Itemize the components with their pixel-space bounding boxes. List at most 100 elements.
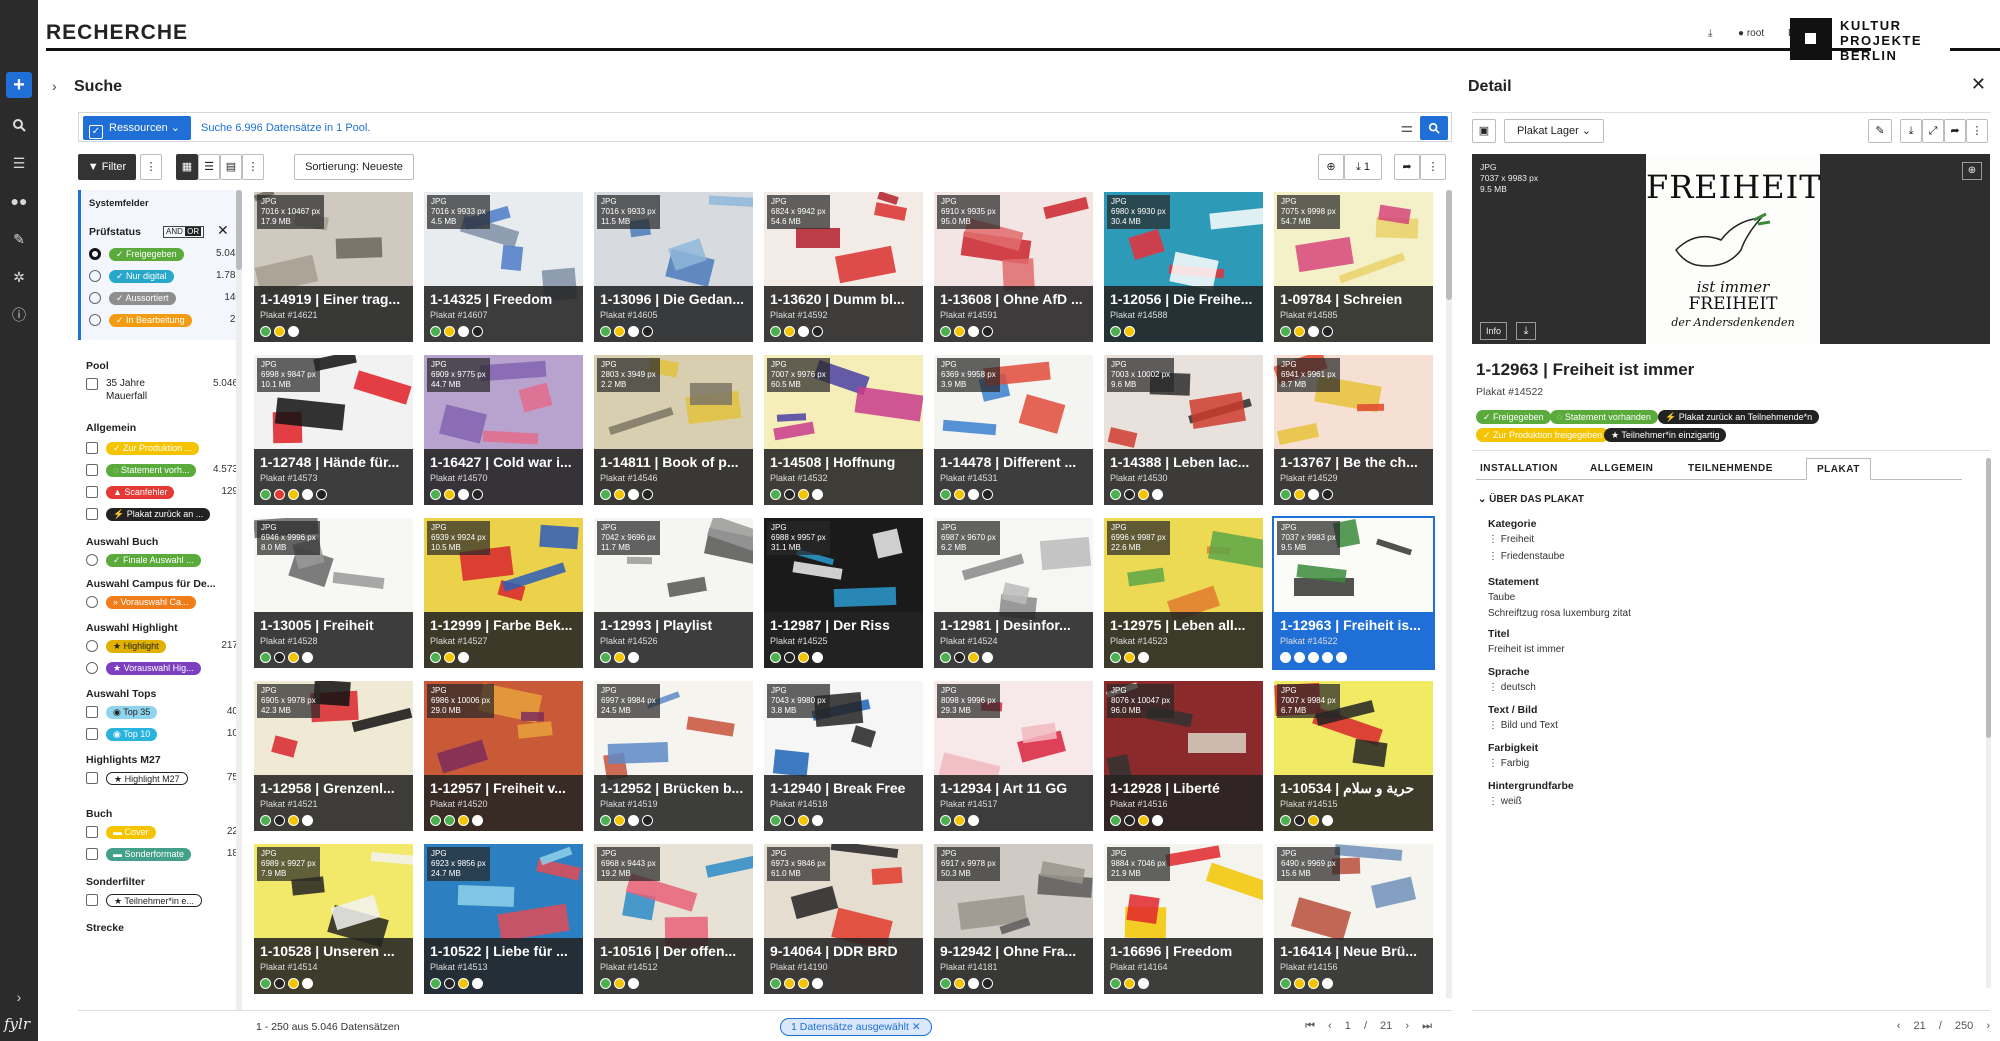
asset-tile[interactable]: JPG 6941 x 9961 px 8.7 MB 1-13767 | Be th… — [1272, 353, 1435, 507]
filter-scrollbar[interactable] — [236, 190, 242, 1010]
tab-installation[interactable]: INSTALLATION — [1480, 458, 1558, 480]
asset-tile[interactable]: JPG 6997 x 9984 px 24.5 MB 1-12952 | Brüc… — [592, 679, 755, 833]
radio-icon[interactable] — [89, 270, 101, 282]
prev-record-icon[interactable]: ‹ — [1897, 1020, 1901, 1032]
asset-tile[interactable]: JPG 7016 x 9933 px 4.5 MB 1-14325 | Freed… — [422, 190, 585, 344]
mask-selector[interactable]: Plakat Lager ⌄ — [1504, 119, 1604, 143]
checkbox-icon[interactable] — [86, 826, 98, 838]
detail-scrollbar[interactable] — [1986, 458, 1991, 988]
radio-icon[interactable] — [89, 314, 101, 326]
checkbox-icon[interactable] — [86, 894, 98, 906]
download-icon[interactable]: ⤓ — [1900, 119, 1922, 143]
asset-tile[interactable]: JPG 7043 x 9980 px 3.8 MB 1-12940 | Break… — [762, 679, 925, 833]
asset-tile[interactable]: JPG 9884 x 7046 px 21.9 MB 1-16696 | Free… — [1102, 842, 1265, 996]
first-page-icon[interactable]: ⏮ — [1305, 1020, 1315, 1032]
asset-tile[interactable]: JPG 6369 x 9958 px 3.9 MB 1-14478 | Diffe… — [932, 353, 1095, 507]
grid-view-icon[interactable]: ▦ — [176, 154, 198, 180]
tab-plakat[interactable]: PLAKAT — [1806, 458, 1871, 480]
asset-tile[interactable]: JPG 6946 x 9996 px 8.0 MB 1-13005 | Freih… — [252, 516, 415, 670]
status-filter-row[interactable]: ✓ Aussortiert140 — [89, 290, 238, 306]
asset-tile[interactable]: JPG 6917 x 9978 px 50.3 MB 9-12942 | Ohne… — [932, 842, 1095, 996]
add-icon[interactable]: + — [6, 72, 32, 98]
users-icon[interactable]: ●● — [6, 188, 32, 214]
collapse-chevron-icon[interactable]: › — [52, 78, 57, 94]
checkbox-icon[interactable] — [86, 706, 98, 718]
expand-icon[interactable]: › — [6, 984, 32, 1010]
user-menu[interactable]: ● root — [1738, 28, 1764, 39]
tag-filter-row[interactable]: ★ Highlight M27 75 — [86, 770, 238, 786]
checkbox-icon[interactable] — [86, 486, 98, 498]
tag-filter-row[interactable]: ▲ Scanfehler 129 — [86, 484, 238, 500]
and-or-toggle[interactable]: AND OR — [163, 226, 205, 238]
checkbox-icon[interactable] — [86, 508, 98, 520]
checkbox-icon[interactable] — [86, 772, 98, 784]
tag-filter-row[interactable]: » Vorauswahl Ca... — [86, 594, 238, 610]
search-submit-button[interactable] — [1420, 116, 1448, 140]
filter-button[interactable]: ▼ Filter — [78, 154, 136, 180]
next-page-icon[interactable]: › — [1405, 1020, 1409, 1032]
asset-tile[interactable]: JPG 6490 x 9969 px 15.6 MB 1-16414 | Neue… — [1272, 842, 1435, 996]
wrench-icon[interactable]: ✎ — [6, 226, 32, 252]
download-icon[interactable]: ⤓ — [1516, 322, 1536, 340]
share-icon[interactable]: ➦ — [1394, 154, 1420, 180]
zoom-icon[interactable]: ⊕ — [1962, 162, 1982, 180]
section-toggle[interactable]: ⌄ ÜBER DAS PLAKAT — [1478, 494, 1584, 505]
radio-icon[interactable] — [86, 640, 98, 652]
radio-icon[interactable] — [89, 248, 101, 260]
checkbox-icon[interactable] — [86, 728, 98, 740]
settings-icon[interactable]: ✲ — [6, 264, 32, 290]
tag-filter-row[interactable]: ◉ Top 35 40 — [86, 704, 238, 720]
selection-pill[interactable]: 1 Datensätze ausgewählt ✕ — [780, 1018, 932, 1036]
checkbox-icon[interactable] — [86, 848, 98, 860]
asset-tile[interactable]: JPG 6923 x 9856 px 24.7 MB 1-10522 | Lieb… — [422, 842, 585, 996]
sort-button[interactable]: Sortierung: Neueste — [294, 154, 414, 180]
asset-tile[interactable]: JPG 6824 x 9942 px 54.6 MB 1-13620 | Dumm… — [762, 190, 925, 344]
tag-filter-row[interactable]: ⚡ Plakat zurück an ... — [86, 506, 238, 522]
asset-tile[interactable]: JPG 2803 x 3949 px 2.2 MB 1-14811 | Book … — [592, 353, 755, 507]
checkbox-icon[interactable] — [86, 442, 98, 454]
asset-tile[interactable]: JPG 6998 x 9847 px 10.1 MB 1-12748 | Händ… — [252, 353, 415, 507]
view-menu-icon[interactable]: ⋮ — [242, 154, 264, 180]
asset-tile[interactable]: JPG 6939 x 9924 px 10.5 MB 1-12999 | Farb… — [422, 516, 585, 670]
asset-tile[interactable]: JPG 6910 x 9935 px 95.0 MB 1-13608 | Ohne… — [932, 190, 1095, 344]
filter-menu-icon[interactable]: ⋮ — [140, 154, 162, 180]
more-icon[interactable]: ⋮ — [1966, 119, 1988, 143]
tag-filter-row[interactable]: ✓ Zur Produktion ... — [86, 440, 238, 456]
tag-filter-row[interactable]: ★ Teilnehmer*in e... — [86, 892, 238, 908]
fullscreen-icon[interactable]: ⤢ — [1922, 119, 1944, 143]
list-view-icon[interactable]: ☰ — [198, 154, 220, 180]
tag-filter-row[interactable]: ★ Highlight 217 — [86, 638, 238, 654]
radio-icon[interactable] — [86, 662, 98, 674]
tag-filter-row[interactable]: ▬ Cover 22 — [86, 824, 238, 840]
asset-tile[interactable]: JPG 7075 x 9998 px 54.7 MB 1-09784 | Schr… — [1272, 190, 1435, 344]
asset-tile[interactable]: JPG 6968 x 9443 px 19.2 MB 1-10516 | Der … — [592, 842, 755, 996]
share-icon[interactable]: ➦ — [1944, 119, 1966, 143]
asset-tile[interactable]: JPG 7037 x 9983 px 9.5 MB 1-12963 | Freih… — [1272, 516, 1435, 670]
asset-tile[interactable]: JPG 7007 x 9984 px 6.7 MB 1-10534 | حرية … — [1272, 679, 1435, 833]
asset-tile[interactable]: JPG 6987 x 9670 px 6.2 MB 1-12981 | Desin… — [932, 516, 1095, 670]
image-icon[interactable]: ▣ — [1472, 119, 1496, 143]
close-icon[interactable]: ✕ — [1971, 74, 1986, 95]
asset-tile[interactable]: JPG 6909 x 9775 px 44.7 MB 1-16427 | Cold… — [422, 353, 585, 507]
more-icon[interactable]: ⋮ — [1420, 154, 1446, 180]
tab-teilnehmende[interactable]: TEILNEHMENDE — [1688, 458, 1773, 480]
info-button[interactable]: Info — [1480, 322, 1508, 340]
table-view-icon[interactable]: ▤ — [220, 154, 242, 180]
radio-icon[interactable] — [86, 554, 98, 566]
asset-tile[interactable]: JPG 7016 x 9933 px 11.5 MB 1-13096 | Die … — [592, 190, 755, 344]
asset-tile[interactable]: JPG 7042 x 9696 px 11.7 MB 1-12993 | Play… — [592, 516, 755, 670]
tag-filter-row[interactable]: ◌ Statement vorh... 4.573 — [86, 462, 238, 478]
search-options-icon[interactable]: ⚌ — [1400, 119, 1413, 136]
asset-tile[interactable]: JPG 6986 x 10006 px 29.0 MB 1-12957 | Fre… — [422, 679, 585, 833]
status-filter-row[interactable]: ✓ Nur digital 1.785 — [89, 268, 238, 284]
radio-icon[interactable] — [86, 596, 98, 608]
download-selection-button[interactable]: ⤓ 1 — [1344, 154, 1382, 180]
info-icon[interactable]: ⓘ — [6, 302, 32, 328]
asset-tile[interactable]: JPG 6973 x 9846 px 61.0 MB 9-14064 | DDR … — [762, 842, 925, 996]
download-icon[interactable]: ⤓ — [1708, 28, 1712, 39]
asset-tile[interactable]: JPG 7003 x 10002 px 9.6 MB 1-14388 | Lebe… — [1102, 353, 1265, 507]
asset-tile[interactable]: JPG 6988 x 9957 px 31.1 MB 1-12987 | Der … — [762, 516, 925, 670]
search-icon[interactable] — [6, 112, 32, 138]
grid-scrollbar[interactable] — [1446, 190, 1452, 998]
checkbox-icon[interactable] — [86, 464, 98, 476]
